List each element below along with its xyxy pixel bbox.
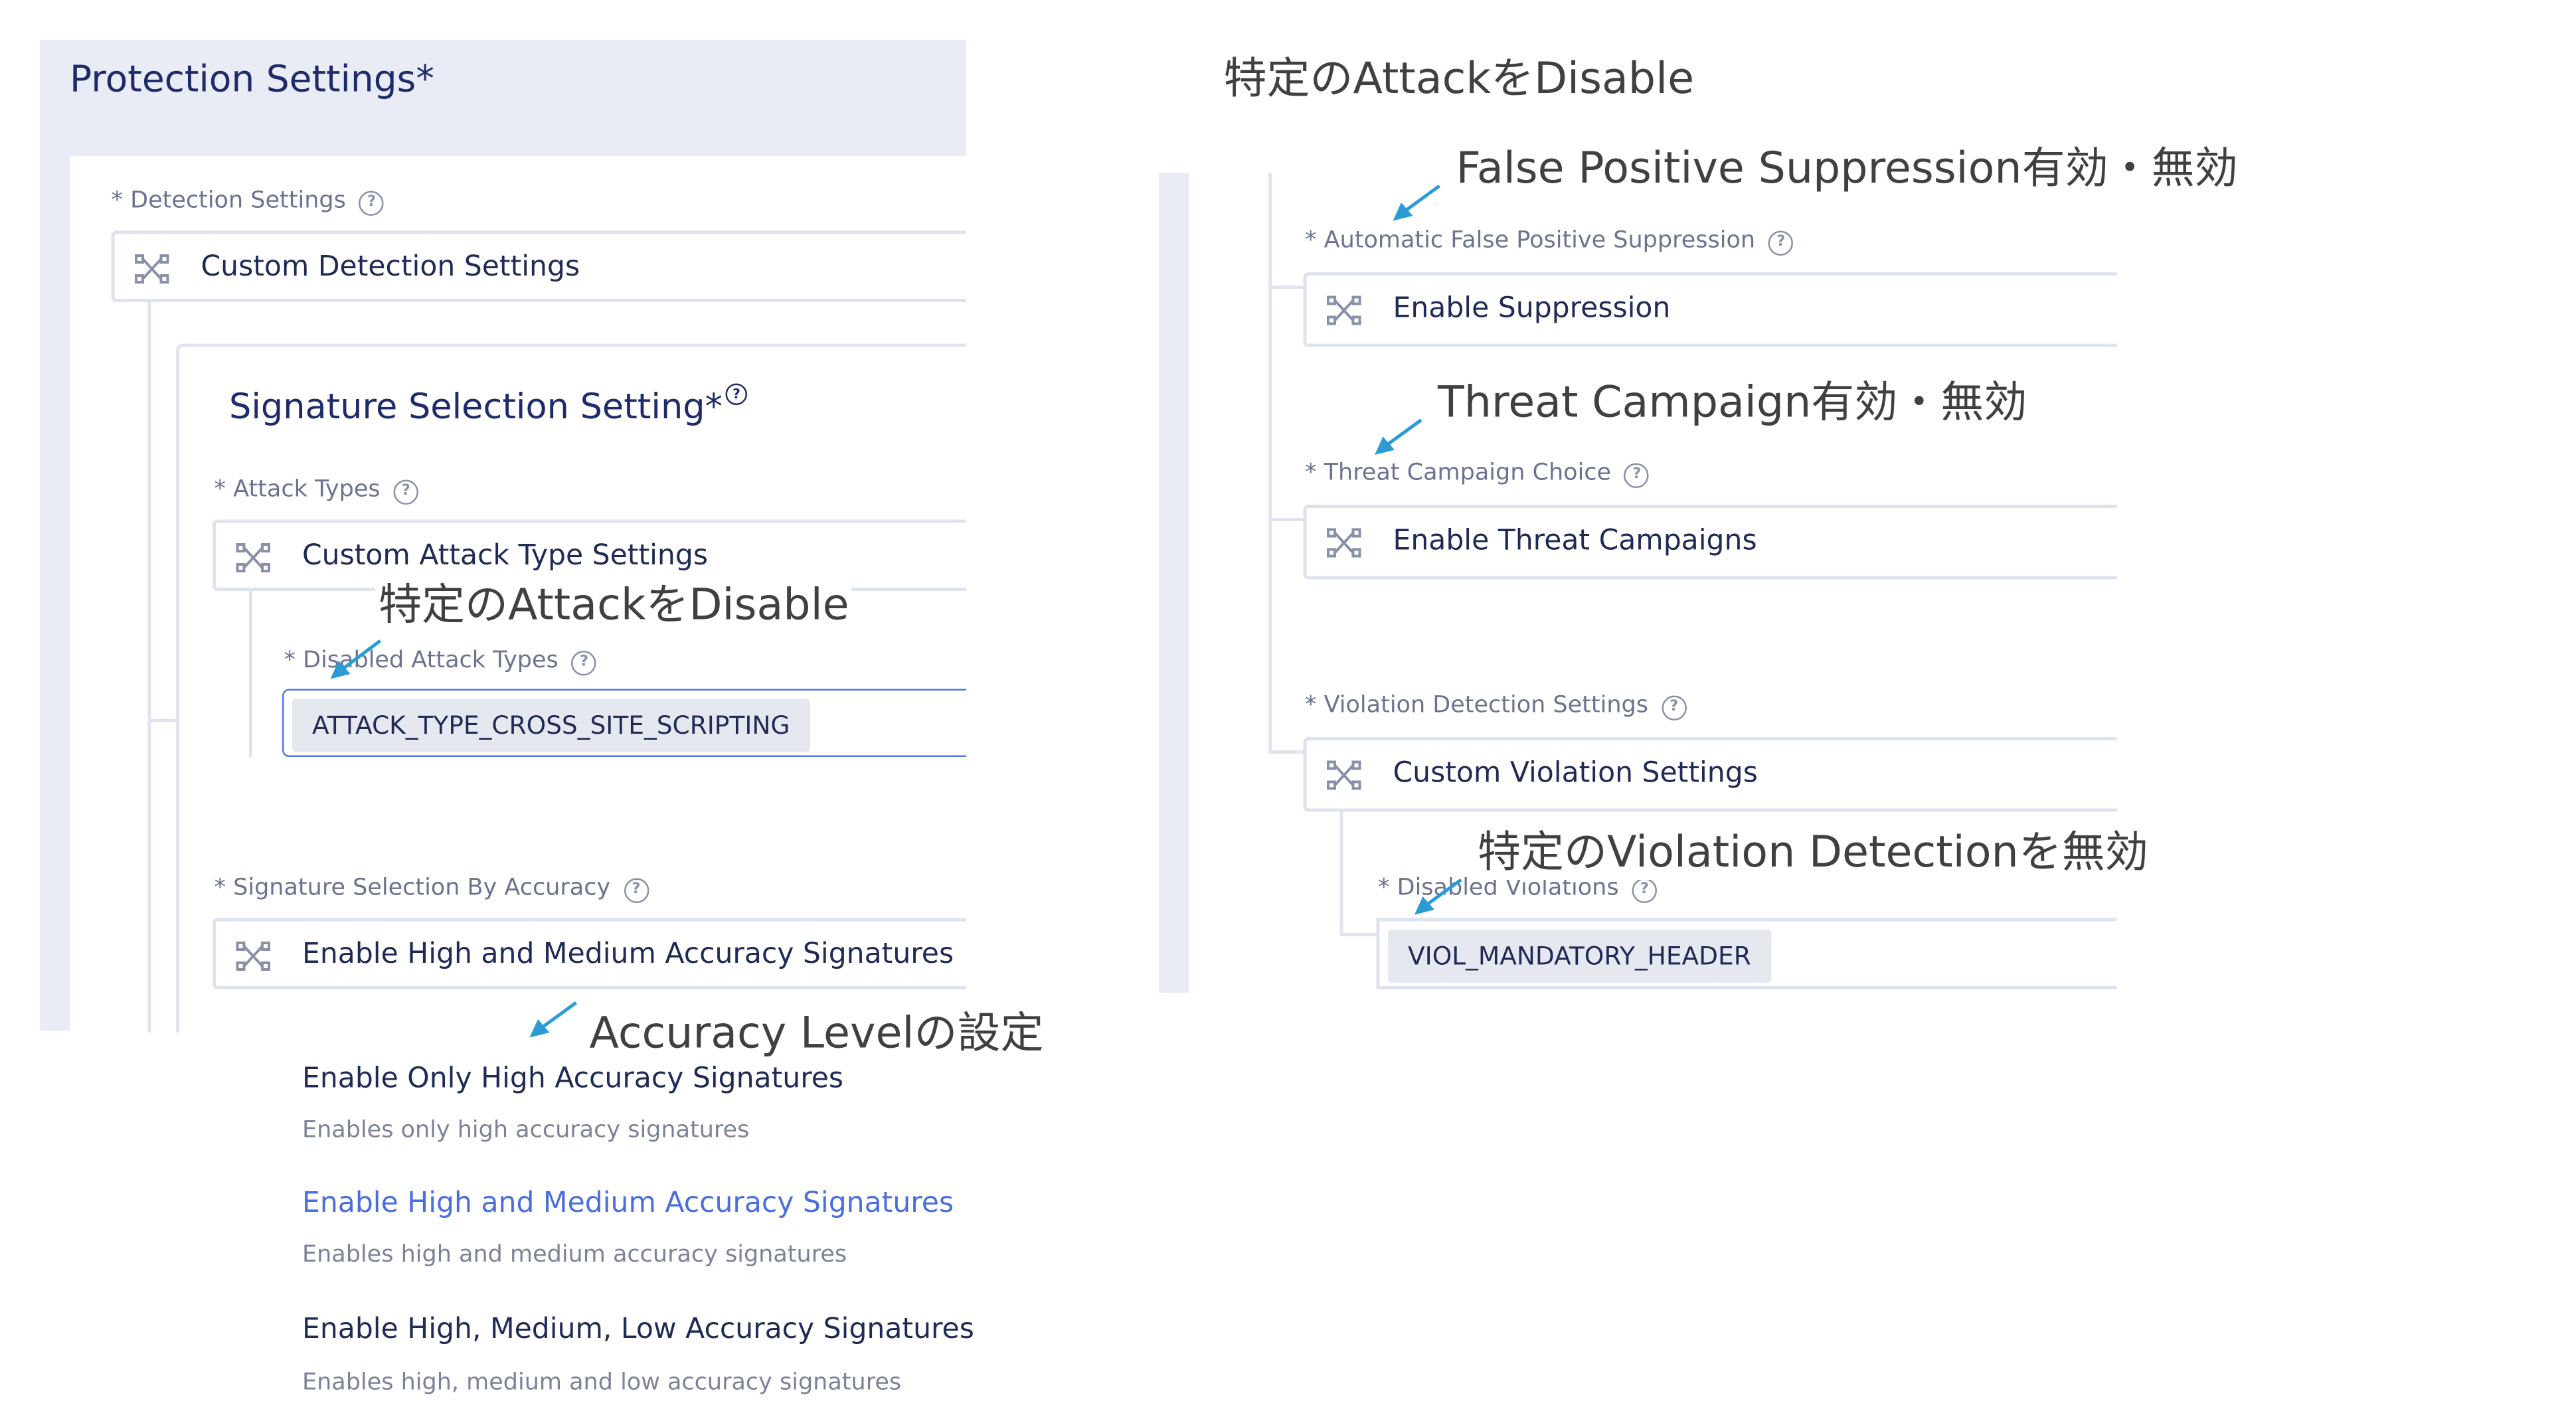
tree-line (1339, 933, 1377, 936)
right-panel-strip (1159, 173, 1189, 993)
question-circle-icon[interactable]: ? (1624, 463, 1650, 488)
option-high-medium[interactable]: Enable High and Medium Accuracy Signatur… (302, 1187, 954, 1220)
arrow-down-left-icon (1393, 184, 1440, 221)
shuffle-icon (1327, 528, 1361, 558)
threat-campaign-select[interactable]: Enable Threat Campaigns (1303, 505, 2117, 580)
question-circle-icon[interactable]: ? (1632, 878, 1658, 903)
detection-settings-label: * Detection Settings? (112, 188, 385, 216)
attack-type-chip[interactable]: ATTACK_TYPE_CROSS_SITE_SCRIPTING (292, 699, 810, 752)
disabled-violations-input[interactable]: VIOL_MANDATORY_HEADER (1376, 918, 2117, 989)
option-high-medium-desc: Enables high and medium accuracy signatu… (302, 1242, 847, 1268)
accuracy-select[interactable]: Enable High and Medium Accuracy Signatur… (213, 918, 966, 989)
arrow-down-left-icon (330, 639, 381, 679)
annotation-top-heading: 特定のAttackをDisable (1223, 54, 1695, 105)
tree-line (1339, 811, 1343, 935)
false-positive-label: * Automatic False Positive Suppression? (1305, 228, 1794, 256)
question-circle-icon[interactable]: ? (1661, 695, 1687, 720)
annotation-threat-campaign: Threat Campaign有効・無効 (1438, 378, 2027, 428)
tree-line (1268, 173, 1272, 754)
accuracy-label: * Signature Selection By Accuracy? (215, 875, 649, 903)
panel-title: Protection Settings* (70, 60, 434, 102)
attack-types-label: * Attack Types? (215, 477, 419, 505)
annotation-accuracy-level: Accuracy Levelの設定 (589, 1009, 1044, 1059)
tree-line (1268, 750, 1305, 754)
shuffle-icon (1327, 295, 1361, 325)
accuracy-value: Enable High and Medium Accuracy Signatur… (302, 938, 954, 971)
threat-campaign-label: * Threat Campaign Choice? (1305, 460, 1650, 488)
annotation-disable-attack: 特定のAttackをDisable (375, 579, 853, 633)
option-high-only-desc: Enables only high accuracy signatures (302, 1117, 750, 1144)
shuffle-icon (236, 543, 270, 572)
violation-chip[interactable]: VIOL_MANDATORY_HEADER (1388, 930, 1771, 983)
shuffle-icon (236, 942, 270, 971)
option-high-medium-low-desc: Enables high, medium and low accuracy si… (302, 1369, 902, 1396)
tree-line (147, 718, 178, 722)
tree-line (1268, 286, 1305, 289)
annotation-false-positive: False Positive Suppression有効・無効 (1456, 144, 2238, 195)
arrow-down-left-icon (1415, 878, 1462, 915)
question-circle-icon[interactable]: ? (624, 878, 649, 903)
disabled-attack-types-input[interactable]: ATTACK_TYPE_CROSS_SITE_SCRIPTING (282, 689, 966, 757)
arrow-down-left-icon (529, 1001, 577, 1038)
arrow-down-left-icon (1375, 418, 1422, 455)
question-circle-icon[interactable]: ? (725, 383, 748, 405)
tree-line (249, 591, 252, 757)
threat-campaign-value: Enable Threat Campaigns (1393, 525, 1757, 558)
shuffle-icon (1327, 760, 1361, 790)
option-high-medium-low[interactable]: Enable High, Medium, Low Accuracy Signat… (302, 1313, 974, 1347)
shuffle-icon (135, 254, 169, 284)
tree-line (147, 302, 151, 1033)
question-circle-icon[interactable]: ? (359, 191, 385, 216)
violation-detection-value: Custom Violation Settings (1393, 757, 1758, 790)
signature-section-title: Signature Selection Setting*? (229, 383, 748, 427)
annotation-violation: 特定のViolation Detectionを無効 (1474, 827, 2152, 880)
tree-line (1268, 518, 1305, 521)
detection-settings-select[interactable]: Custom Detection Settings (111, 230, 966, 302)
false-positive-select[interactable]: Enable Suppression (1303, 272, 2117, 347)
question-circle-icon[interactable]: ? (1768, 230, 1794, 256)
attack-types-value: Custom Attack Type Settings (302, 539, 708, 573)
violation-detection-label: * Violation Detection Settings? (1305, 693, 1687, 720)
detection-settings-value: Custom Detection Settings (201, 250, 580, 284)
violation-detection-select[interactable]: Custom Violation Settings (1303, 737, 2117, 812)
question-circle-icon[interactable]: ? (393, 479, 419, 505)
option-high-only[interactable]: Enable Only High Accuracy Signatures (302, 1062, 843, 1096)
false-positive-value: Enable Suppression (1393, 292, 1671, 325)
question-circle-icon[interactable]: ? (571, 651, 597, 676)
